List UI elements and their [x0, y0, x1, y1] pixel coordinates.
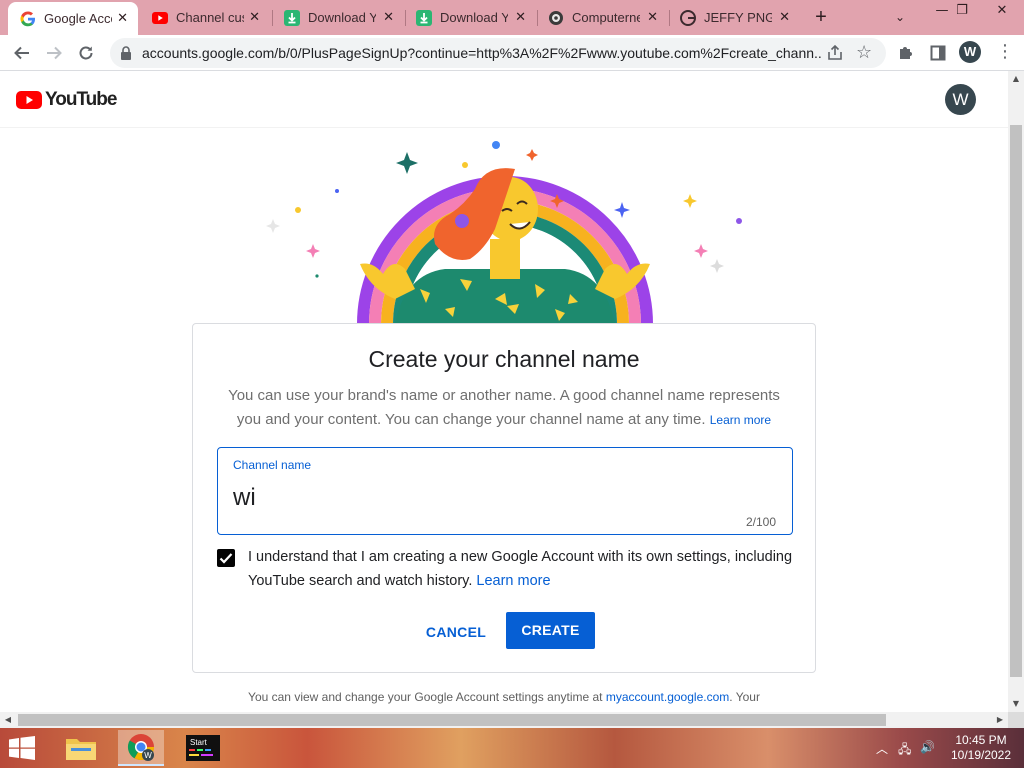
lock-icon	[121, 46, 131, 60]
page-title: Create your channel name	[368, 346, 640, 372]
tab-jeffy-png[interactable]: JEFFY PNG - ✕	[668, 4, 800, 31]
site-icon	[548, 10, 564, 26]
youtube-header: YouTube W	[0, 71, 1008, 127]
bookmark-star-icon[interactable]: ☆	[856, 42, 872, 63]
vertical-scroll-thumb[interactable]	[1010, 125, 1022, 677]
rainbow-illustration	[266, 141, 742, 324]
start-app-label: Start	[190, 738, 208, 747]
more-options-icon[interactable]: ⋮	[996, 41, 1014, 62]
clock-time: 10:45 PM	[955, 733, 1007, 747]
scroll-up-icon[interactable]: ▲	[1008, 71, 1024, 87]
page-viewport: YouTube W Create your channel name You c…	[0, 71, 1008, 712]
footer-note: You can view and change your Google Acco…	[192, 690, 816, 704]
close-icon[interactable]: ✕	[779, 10, 790, 25]
cancel-button[interactable]: CANCEL	[419, 614, 493, 650]
download-icon	[416, 9, 432, 26]
chrome-taskbar-icon[interactable]: W	[118, 730, 164, 766]
volume-icon[interactable]: 🔊	[920, 740, 935, 754]
forward-button[interactable]	[41, 40, 67, 66]
file-explorer-icon[interactable]	[58, 730, 104, 766]
create-button[interactable]: CREATE	[506, 612, 595, 649]
footer-tail: . Your	[729, 690, 760, 704]
arrow-right-icon	[47, 46, 62, 60]
description-text: You can use your brand's name or another…	[228, 387, 780, 428]
channel-name-field[interactable]: Channel name wi 2/100	[217, 447, 793, 535]
windows-logo-icon	[9, 736, 35, 760]
checkmark-icon	[219, 553, 233, 564]
url-text[interactable]: accounts.google.com/b/0/PlusPageSignUp?c…	[142, 45, 822, 61]
restore-button[interactable]: ❐	[944, 0, 980, 24]
tab-title: Google Accou	[44, 11, 112, 26]
channel-name-input[interactable]: wi	[233, 484, 256, 512]
character-counter: 2/100	[745, 515, 776, 529]
youtube-logo[interactable]: YouTube	[16, 89, 117, 111]
scroll-down-icon[interactable]: ▼	[1008, 696, 1024, 712]
extensions-button[interactable]	[894, 41, 918, 65]
consent-text: I understand that I am creating a new Go…	[248, 545, 793, 593]
myaccount-link[interactable]: myaccount.google.com	[606, 690, 729, 704]
close-icon[interactable]: ✕	[515, 10, 526, 25]
learn-more-link[interactable]: Learn more	[710, 413, 771, 427]
tab-title: Download Yo	[308, 10, 376, 25]
horizontal-scroll-thumb[interactable]	[18, 714, 886, 726]
tab-title: Channel cust	[176, 10, 244, 25]
tab-channel-customization[interactable]: Channel cust ✕	[140, 4, 270, 31]
back-button[interactable]	[9, 40, 35, 66]
reload-button[interactable]	[73, 40, 99, 66]
new-tab-button[interactable]: +	[810, 6, 832, 28]
browser-toolbar: accounts.google.com/b/0/PlusPageSignUp?c…	[0, 35, 1024, 71]
youtube-wordmark: YouTube	[45, 89, 117, 110]
tab-title: Computerne	[572, 10, 640, 25]
close-icon[interactable]: ✕	[117, 11, 128, 26]
chevron-down-icon[interactable]: ⌄	[890, 7, 910, 27]
scroll-right-icon[interactable]: ▶	[992, 712, 1008, 728]
download-icon	[284, 9, 300, 26]
browser-profile-avatar[interactable]: W	[959, 41, 981, 63]
tab-download-2[interactable]: Download Yo ✕	[404, 4, 536, 31]
side-panel-icon	[930, 45, 946, 61]
close-icon[interactable]: ✕	[383, 10, 394, 25]
puzzle-icon	[900, 47, 912, 59]
consent-learn-more-link[interactable]: Learn more	[476, 573, 550, 589]
taskbar-clock[interactable]: 10:45 PM 10/19/2022	[946, 733, 1016, 763]
tab-google-account[interactable]: Google Accou ✕	[8, 2, 138, 35]
scroll-left-icon[interactable]: ◀	[0, 712, 16, 728]
footer-text: You can view and change your Google Acco…	[248, 690, 603, 704]
tab-download-1[interactable]: Download Yo ✕	[272, 4, 404, 31]
avatar[interactable]: W	[945, 84, 976, 115]
windows-taskbar: W Start ︿ 🖧 🔊 10:45 PM 10/19/2022	[0, 728, 1024, 768]
description: You can use your brand's name or another…	[217, 384, 791, 432]
channel-name-label: Channel name	[233, 458, 312, 472]
google-g-icon	[20, 11, 36, 27]
show-hidden-icons-icon[interactable]: ︿	[876, 740, 888, 757]
create-channel-card: Create your channel name You can use you…	[192, 323, 816, 673]
close-icon[interactable]: ✕	[647, 10, 658, 25]
reload-icon	[79, 46, 93, 60]
google-g-icon	[680, 9, 696, 26]
consent-checkbox[interactable]	[217, 549, 235, 567]
window-close-button[interactable]: ✕	[984, 0, 1020, 24]
horizontal-scrollbar[interactable]: ◀ ▶	[0, 712, 1008, 728]
start-app-icon[interactable]: Start	[180, 730, 226, 766]
close-icon[interactable]: ✕	[249, 10, 260, 25]
windows-start-button[interactable]	[8, 736, 36, 765]
arrow-left-icon	[14, 46, 29, 60]
youtube-icon	[152, 10, 168, 26]
network-icon[interactable]: 🖧	[898, 740, 911, 761]
youtube-play-icon	[16, 91, 42, 109]
vertical-scrollbar[interactable]: ▲ ▼	[1008, 71, 1024, 712]
side-panel-button[interactable]	[926, 41, 950, 65]
svg-text:W: W	[144, 751, 152, 760]
scrollbar-corner	[1008, 712, 1024, 728]
tab-strip: Google Accou ✕ Channel cust ✕ Download Y…	[0, 0, 1024, 35]
share-icon[interactable]	[826, 44, 844, 62]
tab-title: Download Yo	[440, 10, 508, 25]
clock-date: 10/19/2022	[950, 748, 1012, 762]
address-bar[interactable]: accounts.google.com/b/0/PlusPageSignUp?c…	[110, 38, 886, 68]
tab-computer[interactable]: Computerne ✕	[536, 4, 668, 31]
header-divider	[0, 127, 1008, 128]
tab-title: JEFFY PNG -	[704, 10, 772, 25]
